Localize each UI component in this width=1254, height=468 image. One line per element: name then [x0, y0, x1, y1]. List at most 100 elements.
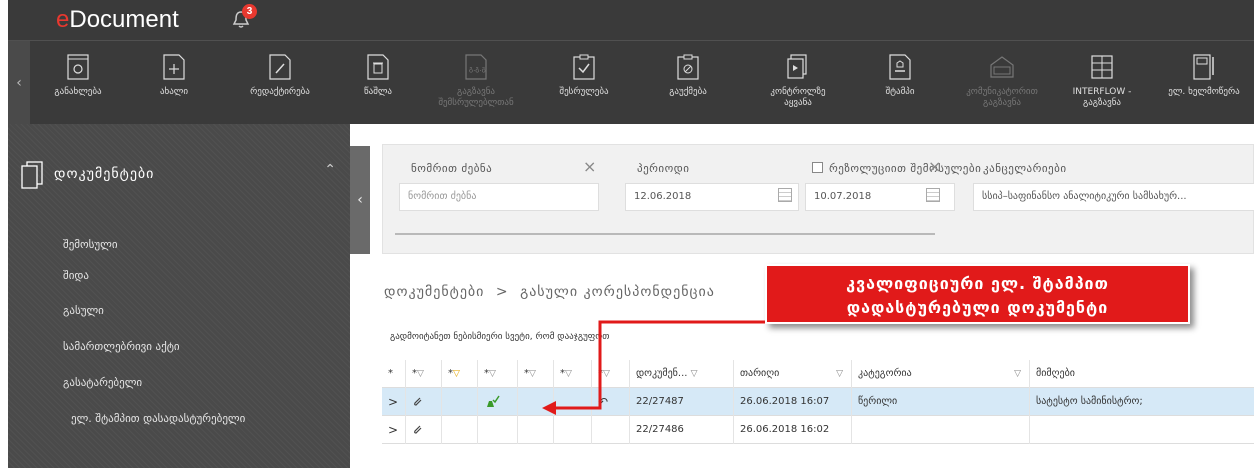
- column-header[interactable]: *▽: [406, 360, 442, 388]
- communicator-send-button[interactable]: კომუნიკატორით გაგზავნა: [962, 53, 1042, 109]
- grid-cell: [442, 388, 478, 416]
- app-title-text: Document: [69, 6, 179, 33]
- sidebar-section-header[interactable]: დოკუმენტები ⌃: [8, 150, 350, 200]
- sidebar-item-e-stamp-confirm[interactable]: ელ. შტამპით დასადასტურებელი: [71, 412, 245, 425]
- period-label: პერიოდი: [637, 162, 690, 175]
- attachment-icon[interactable]: [406, 416, 442, 444]
- clear-number-search-icon[interactable]: ×: [583, 157, 596, 176]
- breadcrumb-current: გასული კორესპონდენცია: [520, 284, 715, 300]
- refresh-button[interactable]: განახლება: [38, 53, 118, 98]
- filter-icon[interactable]: ▽: [691, 369, 698, 379]
- edit-label: რედაქტირება: [250, 87, 310, 97]
- column-header[interactable]: *▽: [518, 360, 554, 388]
- document-recipient: სატესტო სამინისტრო;: [1036, 396, 1143, 407]
- column-header[interactable]: *▽: [592, 360, 630, 388]
- column-header-label: თარიღი: [740, 368, 780, 379]
- filter-icon[interactable]: ▽: [603, 369, 610, 379]
- column-header[interactable]: *▽: [442, 360, 478, 388]
- filter-icon[interactable]: ▽: [565, 369, 572, 379]
- control-label: კონტროლზე აყვანა: [770, 87, 826, 108]
- registration-checkbox-label: რეზოლუციით შემოსულები: [829, 162, 982, 175]
- sidebar: დოკუმენტები ⌃ შემოსული შიდა გასული სამარ…: [8, 124, 350, 468]
- send-to-executor-icon: გ.გ.გ: [465, 54, 487, 80]
- chancellery-select[interactable]: სსიპ–საფინანსო ანალიტიკური სამსახურ...: [973, 183, 1254, 211]
- calendar-icon[interactable]: [926, 188, 940, 202]
- number-search-input[interactable]: ნომრით ძებნა: [399, 183, 599, 211]
- attachment-icon[interactable]: [406, 388, 442, 416]
- breadcrumb-root[interactable]: დოკუმენტები: [384, 284, 484, 300]
- column-header[interactable]: *▽: [554, 360, 592, 388]
- filter-icon[interactable]: ▽: [529, 369, 536, 379]
- complete-doc-icon: [573, 54, 595, 80]
- stamp-button[interactable]: შტამპი: [860, 53, 940, 98]
- reply-icon: ↶: [592, 388, 630, 416]
- refresh-label: განახლება: [54, 87, 102, 97]
- stamp-label: შტამპი: [885, 87, 915, 97]
- interflow-icon: [1091, 55, 1113, 79]
- grid-cell: [478, 416, 518, 444]
- date-from-input[interactable]: 12.06.2018: [625, 183, 799, 211]
- group-by-hint[interactable]: გადმოიტანეთ ნებისმიერი სვეტი, რომ დააჯგუ…: [390, 332, 610, 342]
- sidebar-item-incoming[interactable]: შემოსული: [63, 238, 118, 251]
- edit-button[interactable]: რედაქტირება: [240, 53, 320, 98]
- app-title[interactable]: eDocument: [56, 6, 179, 34]
- e-signature-label: ელ. ხელმოწერა: [1168, 87, 1240, 97]
- clear-period-icon[interactable]: ×: [928, 157, 941, 176]
- sidebar-item-outgoing[interactable]: გასული: [63, 304, 104, 317]
- chancellery-label: კანცელარიები: [983, 162, 1067, 175]
- send-to-executor-label: გაგზავნა შემსრულებლთან: [438, 87, 514, 108]
- column-header-category[interactable]: კატეგორია ▽: [852, 360, 1030, 388]
- expand-row-icon[interactable]: >: [382, 416, 406, 444]
- table-row[interactable]: > 22/27486 26.06.2018 16:02: [382, 416, 1254, 444]
- column-header-recipient[interactable]: მიმღები: [1030, 360, 1254, 388]
- cancel-button[interactable]: გაუქმება: [648, 53, 728, 98]
- sidebar-collapse-button[interactable]: ‹: [350, 146, 370, 254]
- refresh-doc-icon: [67, 54, 89, 80]
- filter-panel: ნომრით ძებნა × ნომრით ძებნა პერიოდი 12.0…: [382, 144, 1254, 254]
- sidebar-item-to-register[interactable]: გასატარებელი: [63, 376, 142, 389]
- send-to-executor-button[interactable]: გ.გ.გ გაგზავნა შემსრულებლთან: [436, 53, 516, 109]
- sidebar-item-internal[interactable]: შიდა: [63, 269, 89, 282]
- grid-cell: [554, 388, 592, 416]
- complete-button[interactable]: შესრულება: [544, 53, 624, 98]
- document-date: 26.06.2018 16:02: [734, 416, 852, 444]
- calendar-icon[interactable]: [778, 188, 792, 202]
- delete-button[interactable]: წაშლა: [338, 53, 418, 98]
- column-header-label: დოკუმენ...: [636, 368, 688, 379]
- cancel-doc-icon: [677, 54, 699, 80]
- document-category: წერილი: [852, 388, 1030, 416]
- expand-row-icon[interactable]: >: [382, 388, 406, 416]
- column-header[interactable]: *▽: [478, 360, 518, 388]
- column-header-date[interactable]: თარიღი ▽: [734, 360, 852, 388]
- documents-icon: [21, 161, 43, 189]
- delete-doc-icon: [367, 54, 389, 80]
- filter-icon[interactable]: ▽: [1014, 360, 1021, 388]
- sidebar-item-legal-act[interactable]: სამართლებრივი აქტი: [63, 340, 180, 353]
- e-signature-button[interactable]: ელ. ხელმოწერა: [1164, 53, 1244, 98]
- control-button[interactable]: კონტროლზე აყვანა: [758, 53, 838, 109]
- table-row[interactable]: > ↶ 22/27487 26.06.2018 16:07 წერილი სატ…: [382, 388, 1254, 416]
- cancel-label: გაუქმება: [669, 87, 707, 97]
- document-recipient: [1030, 416, 1254, 444]
- new-label: ახალი: [159, 87, 189, 97]
- number-search-label: ნომრით ძებნა: [411, 162, 493, 175]
- filter-icon[interactable]: ▽: [417, 369, 424, 379]
- chevron-up-icon[interactable]: ⌃: [324, 162, 336, 178]
- column-header[interactable]: *: [382, 360, 406, 388]
- document-date: 26.06.2018 16:07: [734, 388, 852, 416]
- toolbar-scroll-left-button[interactable]: ‹: [8, 41, 30, 125]
- sidebar-section-title: დოკუმენტები: [54, 166, 155, 182]
- filter-icon[interactable]: ▽: [489, 369, 496, 379]
- new-button[interactable]: ახალი: [134, 53, 214, 98]
- grid-header-row: * *▽ *▽ *▽ *▽ *▽ *▽ დოკუმენ... ▽ თარიღი ▽…: [382, 360, 1254, 388]
- interflow-button[interactable]: INTERFLOW - გაგზავნა: [1062, 53, 1142, 109]
- active-filter-icon[interactable]: ▽: [453, 369, 460, 379]
- document-category: [852, 416, 1030, 444]
- svg-text:გ.გ.გ: გ.გ.გ: [469, 65, 486, 73]
- stamp-confirmed-icon: [478, 388, 518, 416]
- column-header-document[interactable]: დოკუმენ... ▽: [630, 360, 734, 388]
- registration-checkbox[interactable]: [812, 162, 823, 173]
- grid-cell: [518, 388, 554, 416]
- filter-icon[interactable]: ▽: [836, 360, 843, 388]
- grid-cell: [442, 416, 478, 444]
